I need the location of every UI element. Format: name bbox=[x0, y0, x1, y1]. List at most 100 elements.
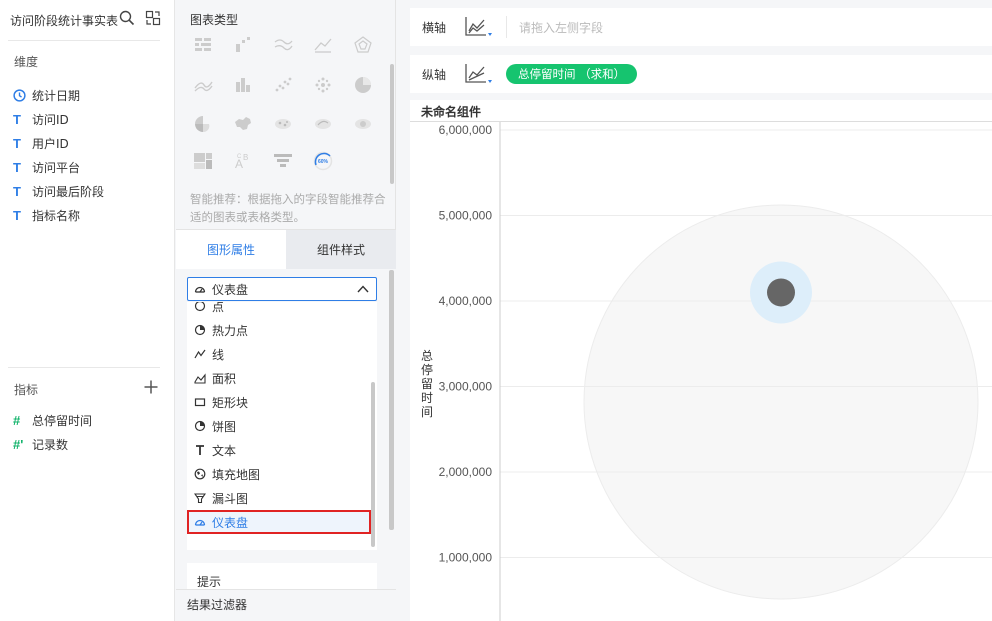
y-tick-label: 5,000,000 bbox=[439, 209, 493, 223]
point-map-icon[interactable] bbox=[272, 113, 294, 135]
field-label: 访问ID bbox=[32, 112, 69, 127]
funnel-chart-icon[interactable] bbox=[272, 150, 294, 172]
pie-chart-icon[interactable] bbox=[352, 74, 374, 96]
search-icon[interactable] bbox=[119, 10, 135, 26]
smart-recommend-hint: 智能推荐：根据拖入的字段智能推荐合适的图表或表格类型。 bbox=[190, 192, 386, 224]
heat-point-icon bbox=[194, 324, 206, 336]
divider bbox=[8, 367, 160, 368]
word-cloud-icon[interactable]: A BC bbox=[232, 150, 254, 172]
divider bbox=[506, 16, 507, 38]
text-icon bbox=[196, 445, 204, 455]
gauge-chart-icon[interactable]: 60% bbox=[312, 150, 334, 172]
area-icon bbox=[194, 373, 206, 384]
flow-map-icon[interactable] bbox=[312, 113, 334, 135]
text-type-icon: T bbox=[13, 207, 21, 223]
funnel-icon bbox=[194, 493, 206, 504]
scrollbar[interactable] bbox=[389, 270, 394, 530]
column-chart-icon[interactable] bbox=[232, 34, 254, 56]
dimension-field[interactable]: T 用户ID bbox=[13, 131, 104, 155]
property-tabs: 图形属性 组件样式 bbox=[176, 229, 396, 270]
shape-type-select[interactable]: 仪表盘 bbox=[187, 277, 377, 301]
rect-icon bbox=[194, 398, 206, 407]
field-label: 记录数 bbox=[32, 437, 69, 452]
dropdown-item-area[interactable]: 面积 bbox=[187, 366, 371, 390]
measure-field[interactable]: # 总停留时间 bbox=[13, 408, 92, 432]
field-panel: 访问阶段统计事实表 维度 统计日期 T 访问ID T 用户ID T 访问平台 T… bbox=[0, 0, 175, 621]
chart-canvas: 横轴 请拖入左侧字段 纵轴 总停留时间 （求和） 未命名组件 6,000,000… bbox=[397, 0, 992, 621]
dropdown-item-line[interactable]: 线 bbox=[187, 342, 371, 366]
y-axis-field-pill[interactable]: 总停留时间 （求和） bbox=[506, 64, 638, 84]
dropdown-item-label: 漏斗图 bbox=[212, 491, 249, 506]
gauge-icon bbox=[194, 519, 206, 526]
field-label: 访问平台 bbox=[32, 160, 81, 175]
svg-text:60%: 60% bbox=[318, 159, 329, 165]
measure-list: # 总停留时间 #' 记录数 bbox=[13, 408, 92, 456]
y-axis-title-char: 时 bbox=[421, 391, 433, 405]
svg-text:C: C bbox=[237, 154, 242, 160]
pie-icon bbox=[194, 420, 206, 432]
multi-line-chart-icon[interactable] bbox=[272, 34, 294, 56]
chart-type-title: 图表类型 bbox=[190, 13, 239, 27]
stacked-bar-chart-icon[interactable] bbox=[232, 74, 254, 96]
dropdown-item-label: 点 bbox=[212, 302, 225, 314]
china-map-icon[interactable] bbox=[232, 113, 254, 135]
rose-chart-icon[interactable] bbox=[192, 113, 214, 135]
scrollbar[interactable] bbox=[390, 64, 394, 184]
text-type-icon: T bbox=[13, 183, 21, 199]
dropdown-item-text[interactable]: 文本 bbox=[187, 438, 371, 462]
field-label: 统计日期 bbox=[32, 88, 81, 103]
measure-field[interactable]: #' 记录数 bbox=[13, 432, 92, 456]
dimension-field[interactable]: 统计日期 bbox=[13, 83, 104, 107]
tooltip-section[interactable]: 提示 bbox=[187, 563, 377, 589]
y-tick-label: 3,000,000 bbox=[439, 380, 493, 394]
cross-table-chart-icon[interactable] bbox=[192, 34, 214, 56]
selected-shape-label: 仪表盘 bbox=[212, 282, 249, 297]
dimension-label: 维度 bbox=[14, 55, 39, 69]
dropdown-item-point[interactable]: 点 bbox=[187, 302, 371, 318]
y-axis-shelf[interactable]: 纵轴 总停留时间 （求和） bbox=[410, 55, 992, 93]
text-type-icon: T bbox=[13, 135, 21, 151]
dropdown-item-heat-point[interactable]: 热力点 bbox=[187, 318, 371, 342]
text-type-icon: T bbox=[13, 159, 21, 175]
config-panel: 图表类型 ABC 60% 智能推荐：根据拖入的字段智能推荐合适的图表或表格类型。… bbox=[176, 0, 396, 621]
dimension-field[interactable]: T 访问最后阶段 bbox=[13, 179, 104, 203]
table-title: 访问阶段统计事实表 bbox=[10, 14, 119, 28]
dimension-field[interactable]: T 访问ID bbox=[13, 107, 104, 131]
field-label: 用户ID bbox=[32, 136, 69, 151]
dropdown-item-label: 矩形块 bbox=[212, 395, 249, 410]
graphic-properties-panel: 仪表盘 点 热力点 线 面积 矩形块 饼图 文本 填充地图 漏斗图 仪表盘 提示 bbox=[176, 269, 396, 589]
y-axis-chart-type-icon[interactable] bbox=[462, 62, 506, 86]
dropdown-item-label: 填充地图 bbox=[212, 467, 261, 482]
measure-label: 指标 bbox=[14, 383, 39, 397]
x-axis-chart-type-icon[interactable] bbox=[462, 15, 506, 39]
dropdown-item-funnel[interactable]: 漏斗图 bbox=[187, 486, 371, 510]
shape-dropdown-list: 点 热力点 线 面积 矩形块 饼图 文本 填充地图 漏斗图 仪表盘 bbox=[187, 302, 371, 534]
clock-icon bbox=[13, 88, 32, 102]
dropdown-item-rect[interactable]: 矩形块 bbox=[187, 390, 371, 414]
x-axis-placeholder: 请拖入左侧字段 bbox=[519, 20, 604, 35]
dropdown-scrollbar[interactable] bbox=[371, 382, 375, 547]
treemap-chart-icon[interactable] bbox=[192, 150, 214, 172]
y-tick-label: 2,000,000 bbox=[439, 465, 493, 479]
dropdown-item-pie[interactable]: 饼图 bbox=[187, 414, 371, 438]
tab-component-style[interactable]: 组件样式 bbox=[286, 230, 396, 270]
add-measure-icon[interactable] bbox=[143, 379, 159, 395]
scatter-chart-icon[interactable] bbox=[272, 74, 294, 96]
gauge-icon bbox=[194, 286, 206, 293]
radar-chart-icon[interactable] bbox=[352, 34, 374, 56]
heat-map-icon[interactable] bbox=[352, 113, 374, 135]
tab-graphic-properties[interactable]: 图形属性 bbox=[176, 230, 286, 270]
dimension-field[interactable]: T 指标名称 bbox=[13, 203, 104, 227]
switch-view-icon[interactable] bbox=[145, 10, 161, 26]
dropdown-item-fill-map[interactable]: 填充地图 bbox=[187, 462, 371, 486]
bubble-chart-icon[interactable] bbox=[312, 74, 334, 96]
dropdown-item-label: 面积 bbox=[212, 371, 237, 386]
y-axis-title-char: 间 bbox=[421, 405, 433, 419]
dimension-field[interactable]: T 访问平台 bbox=[13, 155, 104, 179]
x-axis-shelf[interactable]: 横轴 请拖入左侧字段 bbox=[410, 8, 992, 46]
result-filter[interactable]: 结果过滤器 bbox=[176, 589, 396, 621]
area-chart-icon[interactable] bbox=[312, 34, 334, 56]
field-label: 访问最后阶段 bbox=[32, 184, 105, 199]
line-chart-icon[interactable] bbox=[192, 74, 214, 96]
dropdown-item-gauge[interactable]: 仪表盘 bbox=[187, 510, 371, 534]
